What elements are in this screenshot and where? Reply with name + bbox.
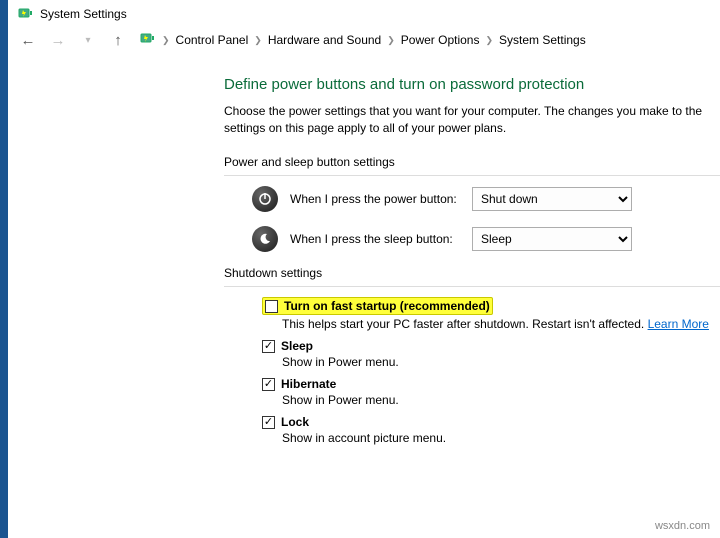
section-title-buttons: Power and sleep button settings bbox=[224, 155, 720, 169]
recent-dropdown-icon[interactable]: ▾ bbox=[78, 30, 98, 50]
up-button[interactable]: ↑ bbox=[108, 30, 128, 50]
hibernate-sub: Show in Power menu. bbox=[224, 393, 720, 407]
chevron-right-icon: ❯ bbox=[162, 35, 170, 46]
window-title: System Settings bbox=[40, 7, 127, 21]
chevron-right-icon: ❯ bbox=[485, 35, 493, 46]
fast-startup-sub: This helps start your PC faster after sh… bbox=[224, 317, 720, 331]
section-divider bbox=[224, 286, 720, 287]
hibernate-checkbox[interactable] bbox=[262, 378, 275, 391]
lock-row: Lock bbox=[224, 415, 720, 429]
section-divider bbox=[224, 175, 720, 176]
fast-startup-highlight: Turn on fast startup (recommended) bbox=[262, 297, 493, 315]
hibernate-row: Hibernate bbox=[224, 377, 720, 391]
lock-sub: Show in account picture menu. bbox=[224, 431, 720, 445]
hibernate-label: Hibernate bbox=[281, 377, 336, 391]
section-title-shutdown: Shutdown settings bbox=[224, 266, 720, 280]
chevron-right-icon: ❯ bbox=[387, 35, 395, 46]
sleep-button-label: When I press the sleep button: bbox=[290, 232, 460, 246]
breadcrumb: ❯ Control Panel ❯ Hardware and Sound ❯ P… bbox=[140, 31, 586, 50]
moon-icon bbox=[252, 226, 278, 252]
lock-checkbox[interactable] bbox=[262, 416, 275, 429]
fast-startup-label: Turn on fast startup (recommended) bbox=[284, 299, 490, 313]
fast-startup-row: Turn on fast startup (recommended) bbox=[224, 297, 720, 315]
breadcrumb-icon bbox=[140, 31, 156, 50]
page-title: Define power buttons and turn on passwor… bbox=[224, 76, 720, 93]
chevron-right-icon: ❯ bbox=[254, 35, 262, 46]
power-options-icon bbox=[18, 6, 34, 22]
sleep-button-row: When I press the sleep button: Sleep bbox=[224, 226, 720, 252]
nav-toolbar: ← → ▾ ↑ ❯ Control Panel ❯ Hardware and S… bbox=[8, 28, 720, 58]
breadcrumb-hardware-sound[interactable]: Hardware and Sound bbox=[268, 33, 381, 47]
sleep-button-select[interactable]: Sleep bbox=[472, 227, 632, 251]
watermark: wsxdn.com bbox=[655, 520, 710, 532]
back-button[interactable]: ← bbox=[18, 30, 38, 50]
sleep-checkbox[interactable] bbox=[262, 340, 275, 353]
forward-button[interactable]: → bbox=[48, 30, 68, 50]
learn-more-link[interactable]: Learn More bbox=[648, 317, 709, 331]
sleep-sub: Show in Power menu. bbox=[224, 355, 720, 369]
sleep-label: Sleep bbox=[281, 339, 313, 353]
sleep-row: Sleep bbox=[224, 339, 720, 353]
main-content: Define power buttons and turn on passwor… bbox=[8, 58, 720, 445]
fast-startup-checkbox[interactable] bbox=[265, 300, 278, 313]
titlebar: System Settings bbox=[8, 0, 720, 28]
power-icon bbox=[252, 186, 278, 212]
power-button-select[interactable]: Shut down bbox=[472, 187, 632, 211]
lock-label: Lock bbox=[281, 415, 309, 429]
breadcrumb-control-panel[interactable]: Control Panel bbox=[176, 33, 249, 47]
power-button-label: When I press the power button: bbox=[290, 192, 460, 206]
power-button-row: When I press the power button: Shut down bbox=[224, 186, 720, 212]
breadcrumb-power-options[interactable]: Power Options bbox=[401, 33, 480, 47]
power-sleep-section: Power and sleep button settings When I p… bbox=[224, 155, 720, 252]
shutdown-section: Shutdown settings Turn on fast startup (… bbox=[224, 266, 720, 445]
page-description: Choose the power settings that you want … bbox=[224, 103, 720, 137]
breadcrumb-system-settings[interactable]: System Settings bbox=[499, 33, 586, 47]
